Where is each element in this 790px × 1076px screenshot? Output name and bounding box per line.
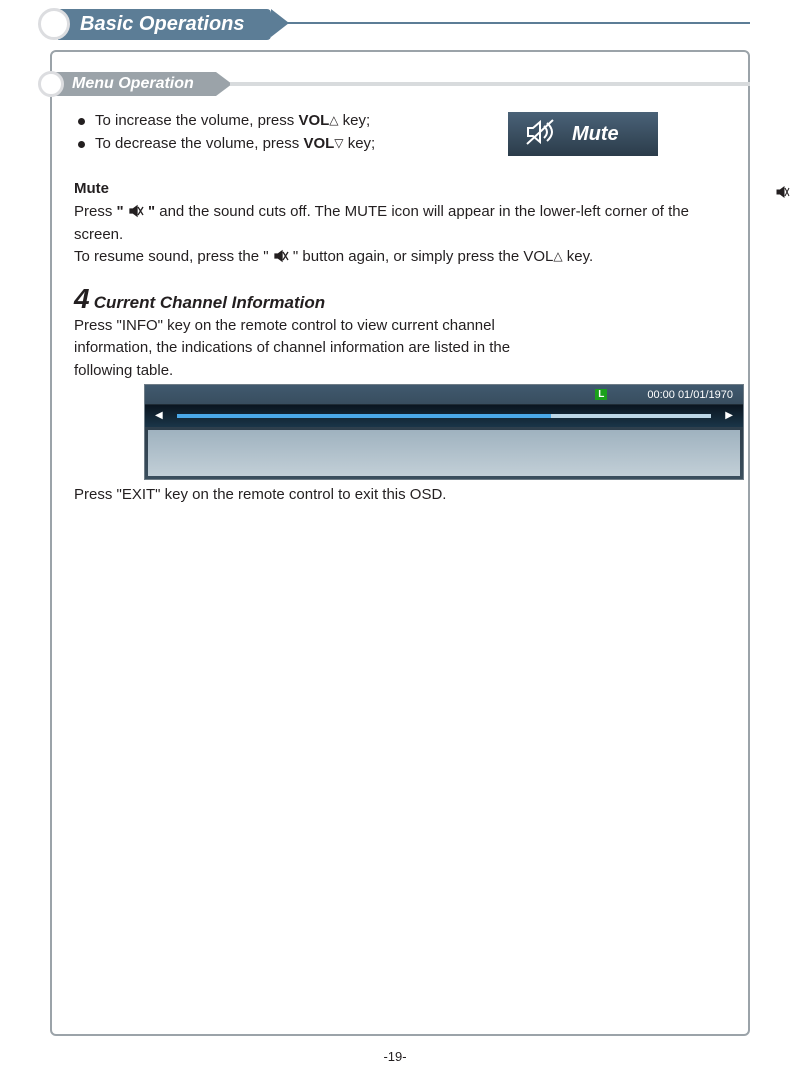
content-frame: To increase the volume, press VOL△ key; …	[50, 50, 750, 1036]
triangle-up-icon: △	[329, 113, 338, 127]
channel-info-osd: L 00:00 01/01/1970 ◀ ▶	[144, 384, 744, 480]
margin-mute-icon	[776, 185, 790, 199]
mute-icon	[273, 248, 289, 262]
l-badge: L	[595, 389, 607, 400]
mute-heading: Mute	[74, 180, 726, 197]
header-rule	[240, 22, 750, 24]
header-circle-icon	[38, 8, 70, 40]
subsection-header: Menu Operation	[38, 70, 216, 98]
info-progress-row: ◀ ▶	[145, 405, 743, 427]
page-number: -19-	[0, 1049, 790, 1064]
info-top-bar: L 00:00 01/01/1970	[145, 385, 743, 405]
mute-icon	[522, 114, 558, 154]
section-title: Basic Operations	[58, 9, 271, 40]
exit-instruction: Press "EXIT" key on the remote control t…	[74, 484, 726, 507]
bullet-text: To decrease the volume, press VOL▽ key;	[95, 135, 375, 152]
info-timestamp: 00:00 01/01/1970	[647, 389, 733, 401]
triangle-up-icon: △	[553, 247, 562, 265]
subheader-rule	[230, 82, 750, 86]
bullet-text: To increase the volume, press VOL△ key;	[95, 112, 370, 129]
arrow-right-icon: ▶	[725, 410, 733, 421]
step-description: Press "INFO" key on the remote control t…	[74, 315, 554, 383]
mute-label: Mute	[572, 123, 619, 146]
arrow-left-icon: ◀	[155, 410, 163, 421]
progress-bar	[177, 414, 711, 418]
content-area: To increase the volume, press VOL△ key; …	[74, 112, 726, 507]
bullet-icon	[78, 118, 85, 125]
mute-description-2: To resume sound, press the " " button ag…	[74, 246, 726, 269]
subheader-circle-icon	[38, 71, 64, 97]
mute-icon	[128, 203, 144, 217]
info-body-panel	[148, 430, 740, 476]
mute-description-1: Press " " and the sound cuts off. The MU…	[74, 201, 726, 246]
step-title: Current Channel Information	[94, 293, 325, 312]
subsection-title: Menu Operation	[54, 72, 216, 96]
mute-osd-preview: Mute	[508, 112, 658, 156]
bullet-icon	[78, 141, 85, 148]
step-4-row: 4 Current Channel Information	[74, 283, 726, 315]
triangle-down-icon: ▽	[334, 136, 343, 150]
section-header: Basic Operations	[38, 8, 271, 40]
step-number: 4	[74, 283, 90, 314]
